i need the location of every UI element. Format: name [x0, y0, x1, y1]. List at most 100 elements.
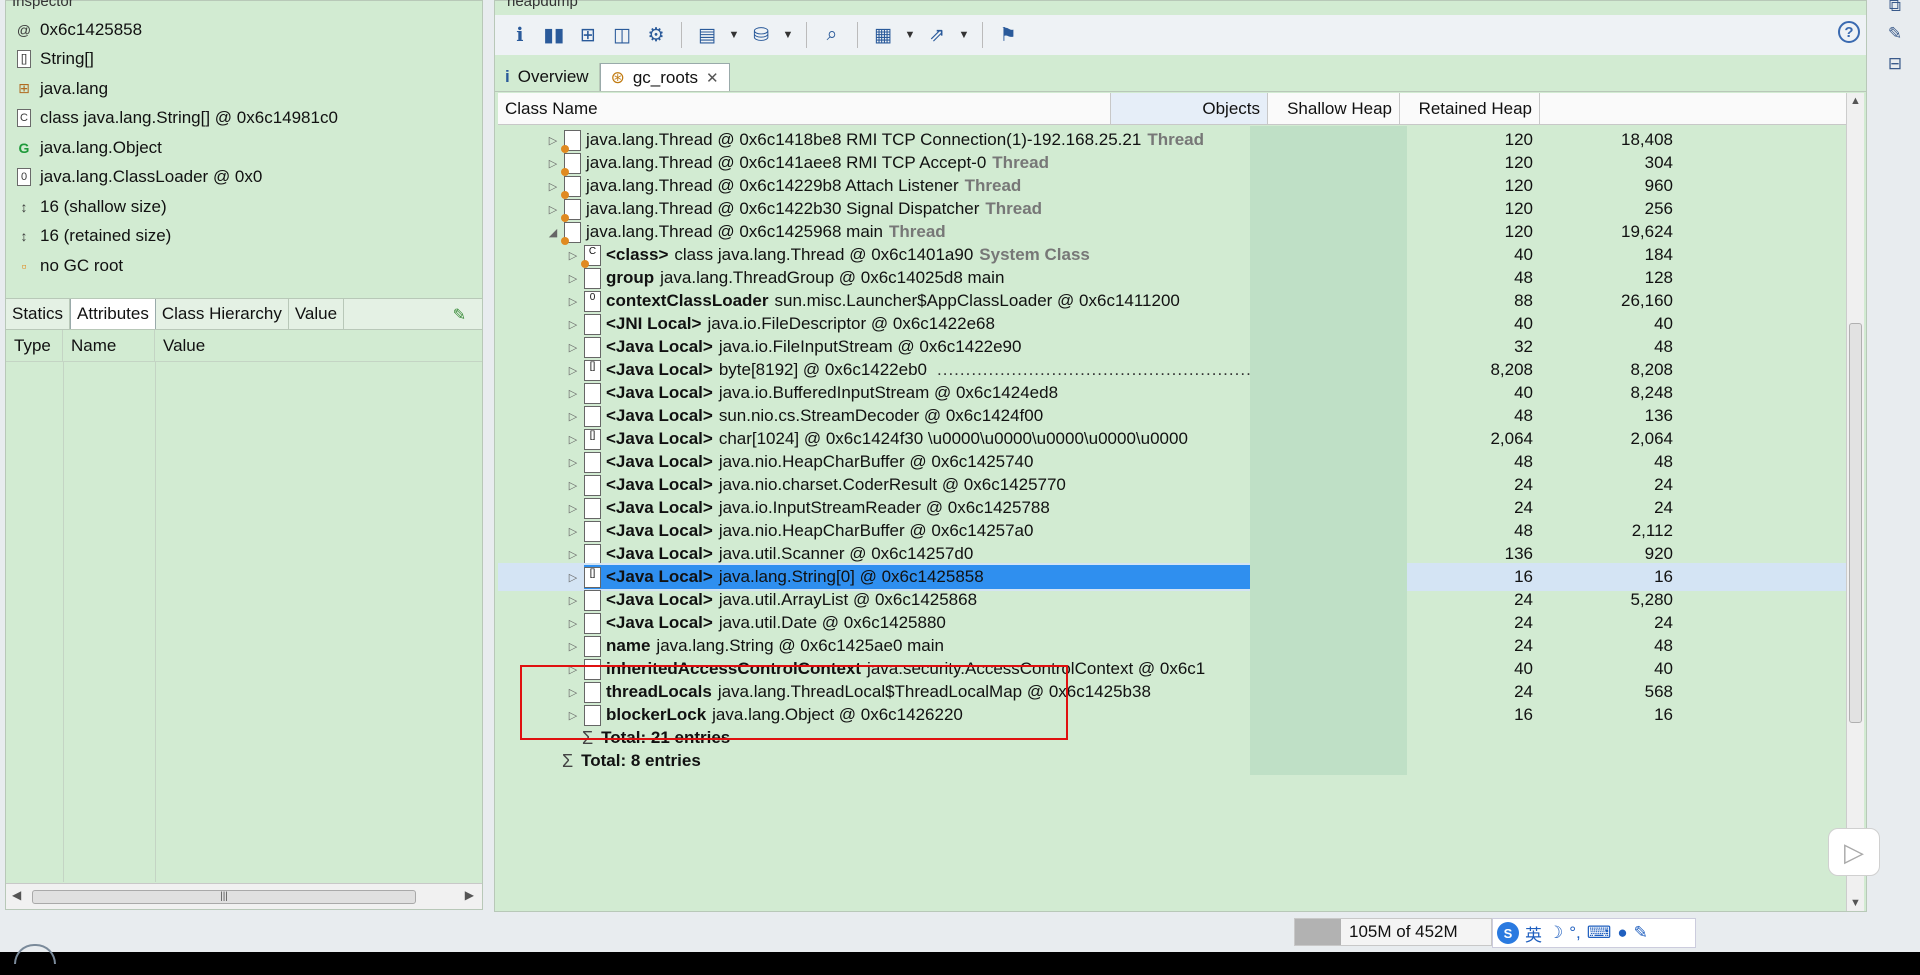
column-shallow-heap[interactable]: Shallow Heap — [1268, 93, 1400, 124]
restore-icon[interactable]: ⧉ — [1884, 0, 1906, 18]
column-objects[interactable]: Objects — [1111, 93, 1268, 124]
expand-icon[interactable]: ▷ — [566, 249, 580, 262]
expand-icon[interactable]: ▷ — [566, 640, 580, 653]
chevron-down-icon[interactable]: ▼ — [726, 20, 742, 50]
object-label: java.nio.charset.CoderResult @ 0x6c14257… — [718, 475, 1066, 494]
toolbar-separator — [857, 22, 858, 48]
expand-icon[interactable]: ▷ — [566, 571, 580, 584]
tab-overview[interactable]: i Overview — [495, 63, 600, 91]
tab-statics[interactable]: Statics — [6, 299, 71, 329]
expand-icon[interactable]: ▷ — [566, 387, 580, 400]
expand-icon[interactable]: ▷ — [566, 548, 580, 561]
thread-icon — [561, 129, 581, 153]
pin-icon[interactable]: ✎ — [453, 305, 466, 325]
inspector-item: ↕ 16 (retained size) — [6, 222, 482, 252]
object-label: byte[8192] @ 0x6c1422eb0 — [718, 360, 928, 379]
inspector-item-text: java.lang — [40, 78, 109, 98]
expand-icon[interactable]: ▷ — [566, 295, 580, 308]
column-value[interactable]: Value — [155, 330, 355, 361]
expand-icon[interactable]: ▷ — [566, 318, 580, 331]
expand-icon[interactable]: ▷ — [546, 134, 560, 147]
column-class-name[interactable]: Class Name — [498, 93, 1111, 124]
tab-gc-roots[interactable]: ⊛ gc_roots ✕ — [599, 63, 730, 91]
heap-dump-overview-icon[interactable]: ⛁ — [746, 20, 776, 50]
wrench-icon[interactable]: ✎ — [1634, 923, 1648, 943]
expand-icon[interactable]: ▷ — [566, 410, 580, 423]
expand-icon[interactable]: ▷ — [566, 594, 580, 607]
expand-icon[interactable]: ▷ — [546, 157, 560, 170]
object-icon — [584, 451, 601, 473]
total-label: Total: 8 entries — [581, 751, 701, 770]
reference-label: <JNI Local> — [606, 314, 702, 333]
calculate-retained-size-icon[interactable]: ⚑ — [993, 20, 1023, 50]
expand-icon[interactable]: ▷ — [546, 180, 560, 193]
expand-icon[interactable]: ▷ — [566, 341, 580, 354]
classloader-icon: 0 — [584, 290, 601, 312]
search-icon[interactable]: ⌕ — [817, 20, 847, 50]
play-icon[interactable]: ▷ — [1828, 828, 1880, 876]
expand-icon[interactable]: ▷ — [566, 433, 580, 446]
expand-icon[interactable]: ▷ — [566, 364, 580, 377]
expand-icon[interactable]: ▷ — [566, 617, 580, 630]
object-label: java.lang.ThreadGroup @ 0x6c14025d8 main — [660, 268, 1005, 287]
punctuation-icon[interactable]: °, — [1569, 923, 1581, 943]
chevron-down-icon[interactable]: ▼ — [780, 20, 796, 50]
close-icon[interactable]: ✕ — [706, 69, 719, 87]
reference-label: group — [606, 268, 655, 287]
inspector-item: @0x6c1425858 — [6, 15, 482, 45]
object-label: java.lang.Thread @ 0x6c141aee8 RMI TCP A… — [586, 153, 987, 172]
horizontal-scrollbar[interactable]: ◀ ||| ▶ — [6, 883, 482, 909]
scroll-left-icon[interactable]: ◀ — [12, 888, 21, 902]
expand-icon[interactable]: ▷ — [566, 272, 580, 285]
group-by-icon[interactable]: ▦ — [868, 20, 898, 50]
scroll-right-icon[interactable]: ▶ — [465, 888, 474, 902]
expand-icon[interactable]: ▷ — [566, 456, 580, 469]
size-icon: ↕ — [20, 228, 28, 245]
column-type[interactable]: Type — [6, 330, 63, 361]
reference-label: <Java Local> — [606, 475, 713, 494]
navigation-history-icon[interactable]: ⊟ — [1884, 54, 1906, 76]
dominator-tree-icon[interactable]: ⊞ — [573, 20, 603, 50]
column-name[interactable]: Name — [63, 330, 155, 361]
inspector-item: ↕ 16 (shallow size) — [6, 192, 482, 222]
tab-class-hierarchy[interactable]: Class Hierarchy — [156, 299, 289, 329]
inspector-item-text: class java.lang.String[] @ 0x6c14981c0 — [40, 108, 338, 128]
expand-icon[interactable]: ▷ — [566, 479, 580, 492]
info-icon: i — [505, 67, 510, 86]
help-icon[interactable]: ? — [1838, 21, 1860, 43]
object-label: java.io.InputStreamReader @ 0x6c1425788 — [718, 498, 1050, 517]
moon-icon[interactable]: ☽ — [1548, 923, 1563, 943]
tab-attributes[interactable]: Attributes — [70, 299, 156, 329]
chevron-down-icon[interactable]: ▼ — [956, 20, 972, 50]
oql-icon[interactable]: ◫ — [607, 20, 637, 50]
ime-logo-icon[interactable]: S — [1497, 922, 1519, 944]
collapse-icon[interactable]: ◢ — [546, 226, 560, 239]
query-browser-icon[interactable]: ⚙ — [641, 20, 671, 50]
keyboard-icon[interactable]: ⌨ — [1587, 923, 1612, 943]
expand-icon[interactable]: ▷ — [566, 525, 580, 538]
scroll-up-icon[interactable]: ▲ — [1850, 95, 1861, 107]
ime-language-label[interactable]: 英 — [1525, 921, 1542, 946]
column-divider — [63, 362, 64, 882]
info-icon[interactable]: ℹ — [505, 20, 535, 50]
scrollbar-thumb[interactable] — [1849, 323, 1862, 723]
object-icon — [584, 635, 601, 657]
chevron-down-icon[interactable]: ▼ — [902, 20, 918, 50]
histogram-icon[interactable]: ▮▮ — [539, 20, 569, 50]
screen-bottom-bar — [0, 952, 1920, 975]
run-report-icon[interactable]: ▤ — [692, 20, 722, 50]
object-label: java.nio.HeapCharBuffer @ 0x6c14257a0 — [718, 521, 1034, 540]
column-retained-heap[interactable]: Retained Heap — [1400, 93, 1540, 124]
scroll-down-icon[interactable]: ▼ — [1850, 897, 1861, 909]
user-icon[interactable]: ● — [1617, 923, 1627, 943]
heap-status[interactable]: 105M of 452M — [1294, 918, 1492, 946]
vertical-scrollbar[interactable]: ▲ ▼ — [1846, 93, 1864, 911]
object-icon — [584, 497, 601, 519]
expand-icon[interactable]: ▷ — [546, 203, 560, 216]
export-icon[interactable]: ⇗ — [922, 20, 952, 50]
expand-icon[interactable]: ▷ — [566, 502, 580, 515]
notes-icon[interactable]: ✎ — [1884, 24, 1906, 46]
thread-icon — [561, 175, 581, 199]
tab-value[interactable]: Value — [289, 299, 345, 329]
scrollbar-thumb[interactable]: ||| — [32, 890, 416, 904]
